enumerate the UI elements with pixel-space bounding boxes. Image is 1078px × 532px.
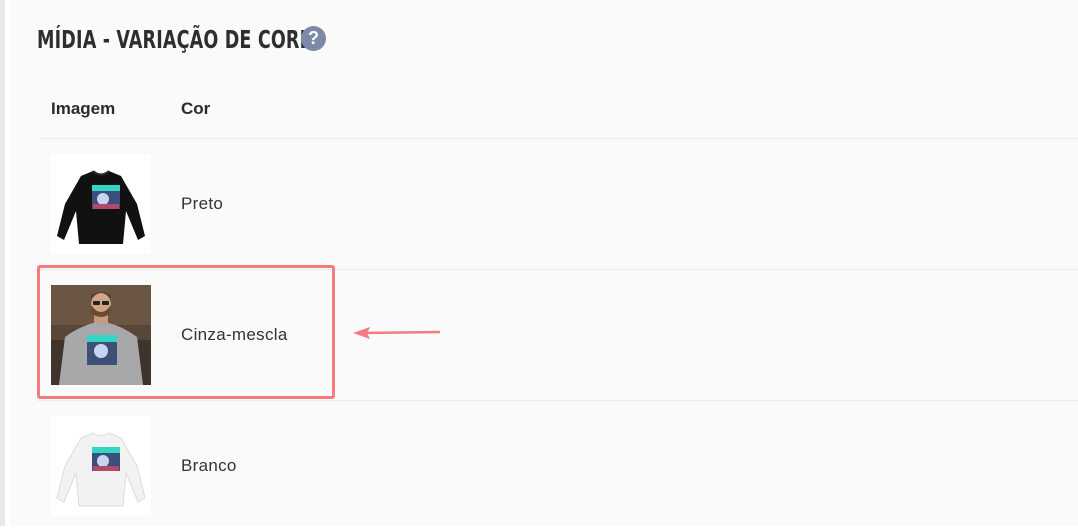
color-name: Branco (181, 456, 237, 475)
question-circle-icon[interactable]: ? (301, 26, 326, 51)
section-header: MÍDIA - VARIAÇÃO DE CORES ? (37, 22, 326, 56)
column-header-image: Imagem (51, 99, 116, 118)
page-frame: MÍDIA - VARIAÇÃO DE CORES ? Imagem Cor P… (0, 0, 1078, 526)
table-row: Branco (37, 401, 1078, 532)
column-header-color: Cor (181, 99, 211, 118)
table-row: Cinza-mescla (37, 270, 1078, 401)
color-name: Cinza-mescla (181, 325, 288, 344)
table-row: Preto (37, 139, 1078, 270)
media-color-variation-panel: MÍDIA - VARIAÇÃO DE CORES ? Imagem Cor P… (10, 0, 1078, 526)
white-sweatshirt-thumbnail (51, 416, 151, 516)
color-name: Preto (181, 194, 224, 213)
man-wearing-gray-sweatshirt-thumbnail (51, 285, 151, 385)
black-sweatshirt-thumbnail (51, 154, 151, 254)
section-title: MÍDIA - VARIAÇÃO DE CORES (37, 24, 325, 54)
